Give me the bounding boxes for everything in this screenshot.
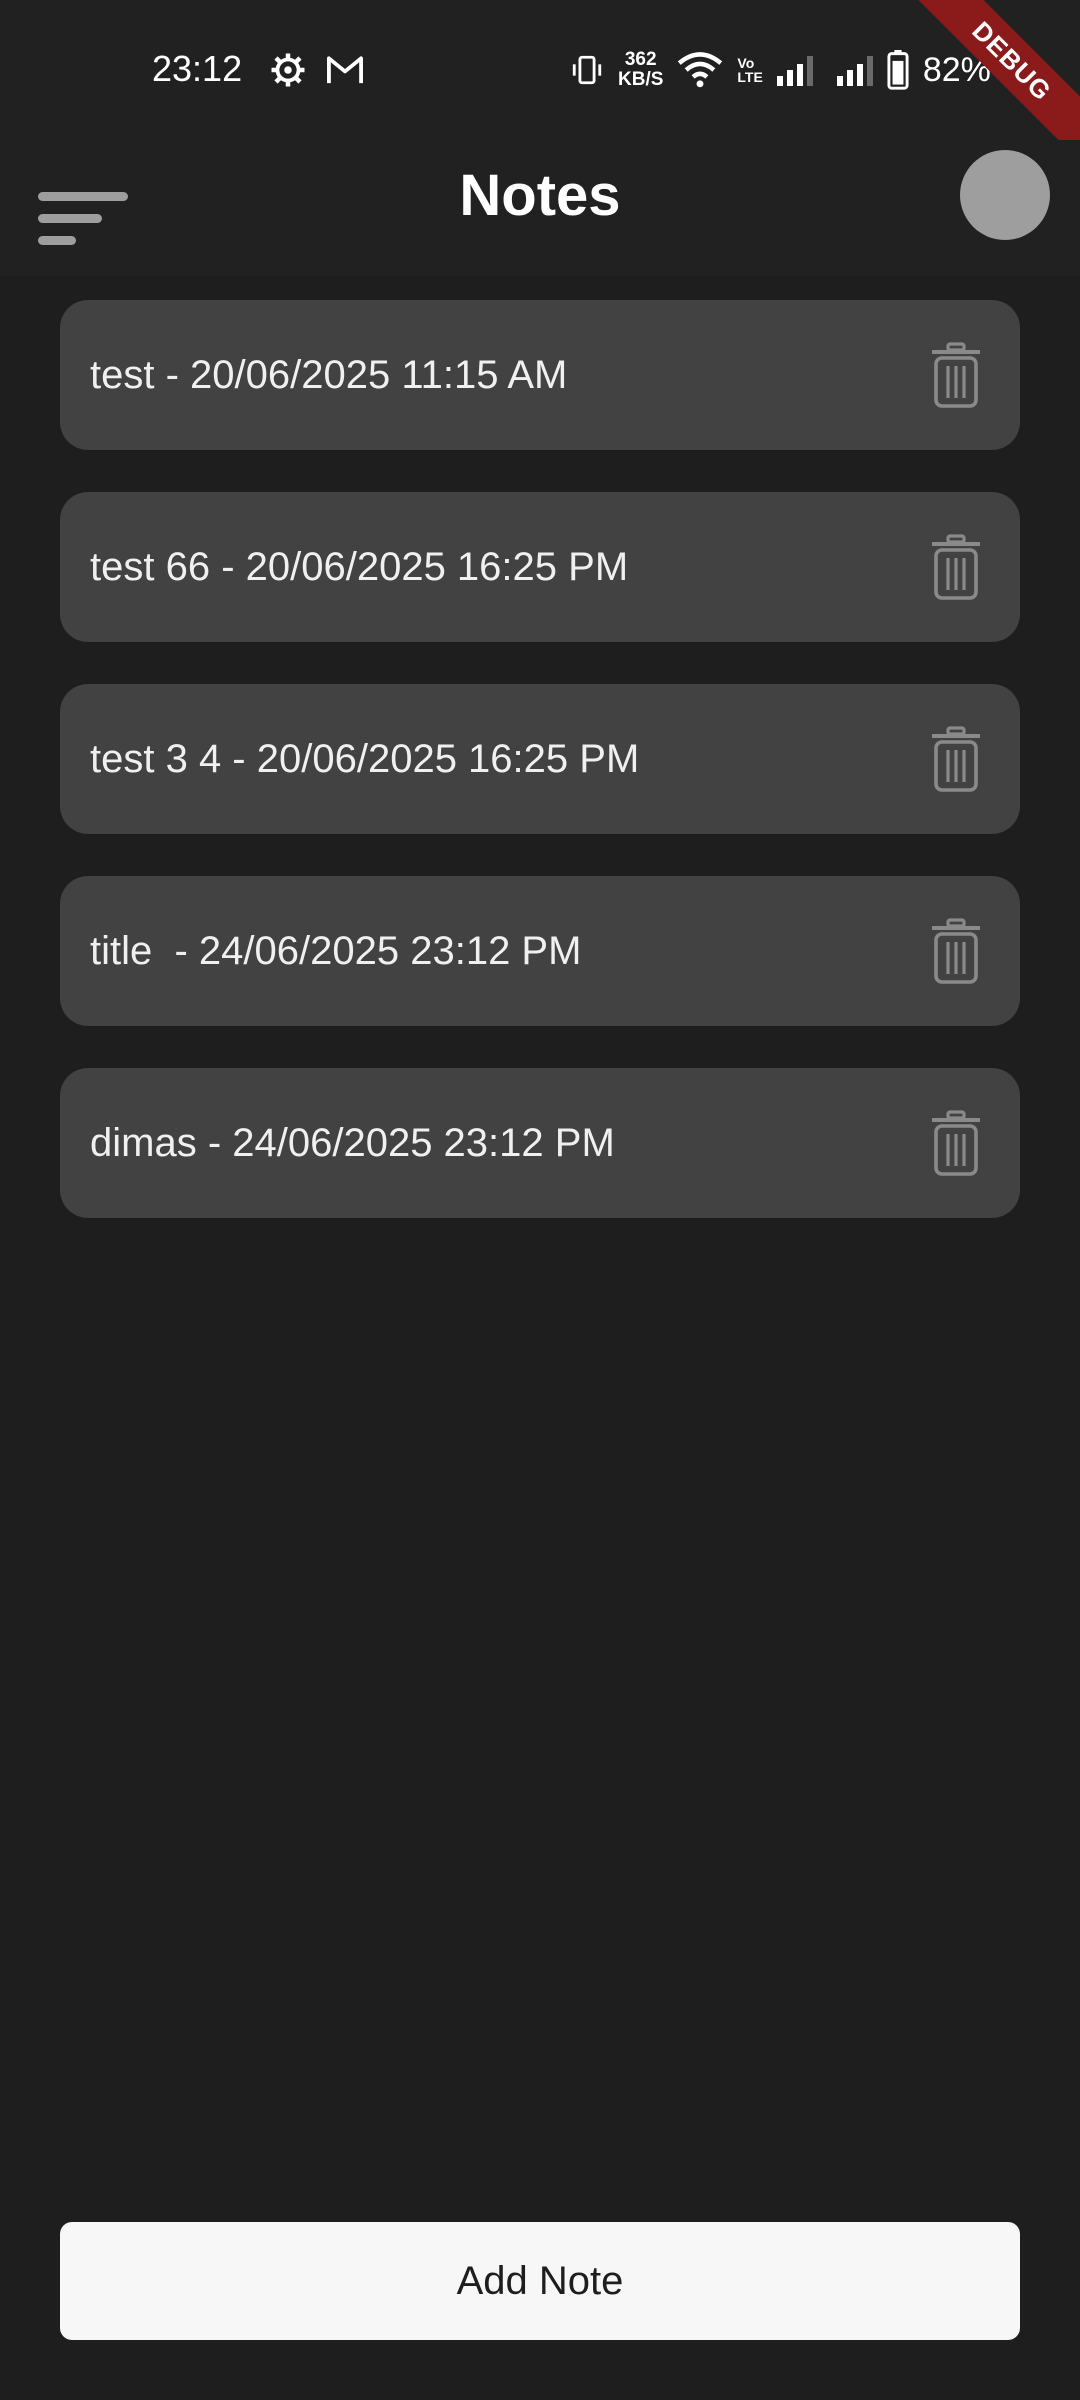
network-speed: 362 KB/S <box>618 50 663 90</box>
trash-icon[interactable] <box>930 1110 982 1176</box>
network-speed-unit: KB/S <box>618 69 664 90</box>
note-item[interactable]: test 3 4 - 20/06/2025 16:25 PM <box>60 684 1020 834</box>
note-text: title - 24/06/2025 23:12 PM <box>90 928 582 973</box>
status-icons-right: 362 KB/S Vo LTE 82% <box>570 50 991 90</box>
vibrate-icon <box>572 55 602 85</box>
page-title: Notes <box>459 163 621 228</box>
trash-icon[interactable] <box>930 342 982 408</box>
trash-icon[interactable] <box>930 534 982 600</box>
note-text: test 66 - 20/06/2025 16:25 PM <box>90 544 629 589</box>
network-speed-value: 362 <box>624 49 657 70</box>
notes-list: test - 20/06/2025 11:15 AM test 66 - 20/… <box>60 300 1020 1260</box>
note-text: dimas - 24/06/2025 23:12 PM <box>90 1120 615 1165</box>
signal-icon <box>836 54 873 86</box>
note-text: test 3 4 - 20/06/2025 16:25 PM <box>90 736 640 781</box>
signal-icon <box>776 54 813 86</box>
wifi-icon <box>678 52 723 88</box>
note-item[interactable]: test 66 - 20/06/2025 16:25 PM <box>60 492 1020 642</box>
note-item[interactable]: title - 24/06/2025 23:12 PM <box>60 876 1020 1026</box>
trash-icon[interactable] <box>930 918 982 984</box>
volte-indicator: Vo LTE <box>737 56 762 84</box>
app-bar: Notes <box>0 140 1080 276</box>
notes-screen: 23:12 362 KB/S Vo LTE 82% DEBUG Notes te… <box>0 0 1080 2400</box>
status-icons-left <box>270 52 364 88</box>
add-note-button[interactable]: Add Note <box>60 2222 1020 2340</box>
volte-bottom: LTE <box>737 69 763 85</box>
note-item[interactable]: test - 20/06/2025 11:15 AM <box>60 300 1020 450</box>
note-item[interactable]: dimas - 24/06/2025 23:12 PM <box>60 1068 1020 1218</box>
avatar[interactable] <box>960 150 1050 240</box>
trash-icon[interactable] <box>930 726 982 792</box>
settings-gear-icon <box>271 53 305 87</box>
note-text: test - 20/06/2025 11:15 AM <box>90 352 568 397</box>
status-bar: 23:12 362 KB/S Vo LTE 82% <box>0 0 1080 140</box>
status-time: 23:12 <box>152 48 243 89</box>
battery-icon <box>887 50 909 90</box>
volte-top: Vo <box>737 55 755 71</box>
gmail-icon <box>327 56 363 84</box>
